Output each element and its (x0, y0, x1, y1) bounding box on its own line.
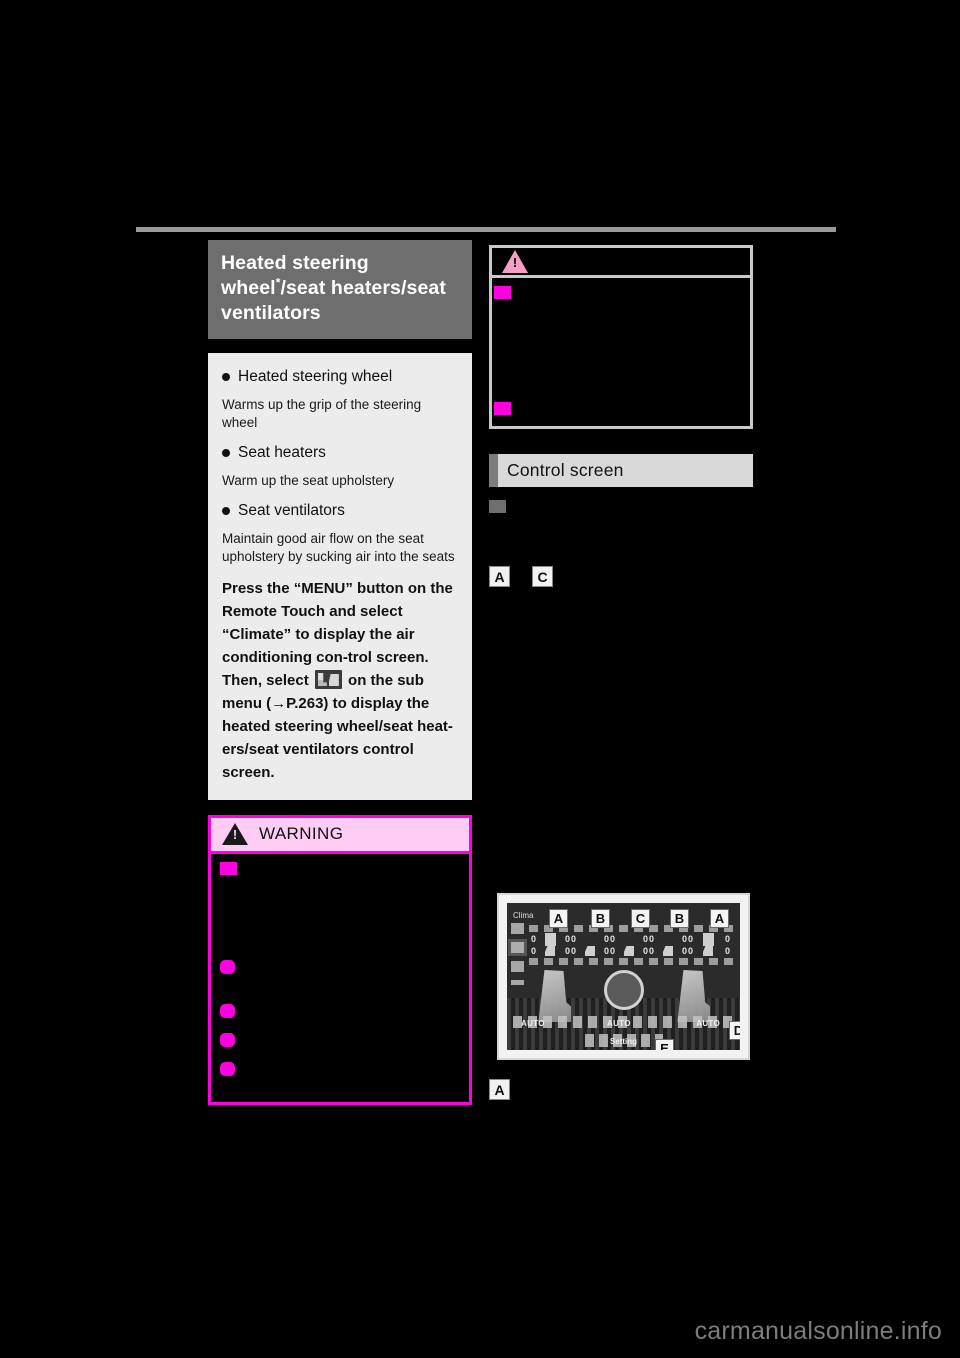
feature-heading: Seat ventilators (238, 502, 345, 519)
value-display: 00 (643, 946, 656, 956)
climate-screen: Clima 0 0 00 00 00 00 00 00 00 00 0 0 AU… (507, 903, 740, 1050)
callout-row: A C (489, 566, 753, 587)
page-title: Heated steering wheel*/seat heaters/seat… (208, 240, 472, 339)
warning-box: WARNING (208, 815, 472, 1105)
seat-heater-level-icon[interactable] (703, 933, 714, 946)
value-display: 00 (682, 946, 695, 956)
figure-callout-a2: A (710, 909, 729, 928)
subsection-accent-bar (489, 454, 498, 487)
sidebar-more-icon[interactable] (511, 980, 524, 985)
setting-label: Setting (609, 1037, 638, 1046)
steering-wheel-heater-icon[interactable] (624, 946, 634, 956)
value-display: 00 (604, 934, 617, 944)
manual-page: Heated steering wheel*/seat heaters/seat… (0, 0, 960, 1358)
bullet-dot-icon (222, 507, 230, 515)
bullet-dot-icon (222, 373, 230, 381)
callout-badge-a-below-figure: A (489, 1079, 510, 1100)
value-display: 0 (531, 946, 538, 956)
value-display: 00 (682, 934, 695, 944)
notice-box (489, 245, 753, 429)
figure-callout-d: D (729, 1021, 740, 1040)
climate-control-screen-figure: Clima 0 0 00 00 00 00 00 00 00 00 0 0 AU… (497, 893, 750, 1060)
auto-label-center: AUTO (607, 1019, 631, 1028)
instruction-paragraph: Press the “MENU” button on the Remote To… (222, 577, 458, 784)
redaction-marker (494, 286, 511, 299)
figure-callout-b1: B (591, 909, 610, 928)
value-display: 0 (531, 934, 538, 944)
seat-ventilator-icon[interactable] (545, 946, 555, 956)
auto-label-left: AUTO (521, 1019, 545, 1028)
seat-heater-level-icon[interactable] (545, 933, 556, 946)
callout-badge-a: A (489, 566, 510, 587)
title-gap (208, 339, 472, 353)
figure-callout-b2: B (670, 909, 689, 928)
feature-info-box: Heated steering wheel Warms up the grip … (208, 353, 472, 800)
watermark: carmanualsonline.info (694, 1317, 942, 1345)
notice-body (492, 278, 750, 426)
redaction-marker (220, 1033, 235, 1047)
passenger-seat-graphic (677, 970, 710, 1022)
list-item: Seat heaters (222, 443, 458, 463)
seat-heater-icon[interactable] (663, 946, 673, 956)
figure-callout-c: C (631, 909, 650, 928)
subsection-title: Control screen (498, 454, 753, 487)
feature-description: Warms up the grip of the steering wheel (222, 397, 422, 430)
callout-badge-c: C (532, 566, 553, 587)
notice-header (492, 248, 750, 278)
bullet-dot-icon (222, 449, 230, 457)
feature-heading: Heated steering wheel (238, 368, 393, 385)
sidebar-seat-icon[interactable] (511, 942, 524, 953)
feature-description: Warm up the seat upholstery (222, 473, 395, 488)
redaction-marker (220, 1062, 235, 1076)
feature-description: Maintain good air flow on the seat uphol… (222, 531, 455, 564)
value-display: 0 (725, 934, 732, 944)
right-column: Control screen A C (489, 245, 753, 587)
sidebar-airflow-icon[interactable] (511, 961, 524, 972)
value-display: 00 (565, 946, 578, 956)
warning-title: WARNING (259, 824, 344, 843)
figure-callout-e: E (655, 1039, 674, 1050)
warning-triangle-icon (502, 249, 528, 273)
redaction-marker (494, 402, 511, 415)
control-row-bottom[interactable] (529, 958, 736, 965)
subsection-marker (489, 500, 506, 513)
value-display: 0 (725, 946, 732, 956)
value-display: 00 (565, 934, 578, 944)
value-display: 00 (643, 934, 656, 944)
subsection-header: Control screen (489, 454, 753, 487)
value-display: 00 (604, 946, 617, 956)
seat-heater-icon[interactable] (585, 946, 595, 956)
screen-title: Clima (513, 911, 534, 920)
warning-triangle-icon (222, 823, 248, 845)
steering-wheel-graphic (603, 970, 644, 1010)
sidebar-defroster-icon[interactable] (511, 923, 524, 934)
seat-heater-ventilator-icon (314, 670, 342, 689)
warning-body (211, 854, 469, 1102)
warning-header: WARNING (211, 818, 469, 854)
redaction-marker (220, 1004, 235, 1018)
list-item: Seat ventilators (222, 501, 458, 521)
driver-seat-graphic (538, 970, 571, 1022)
feature-heading: Seat heaters (238, 444, 326, 461)
seat-ventilator-icon[interactable] (703, 946, 713, 956)
redaction-marker (220, 862, 237, 875)
left-column: Heated steering wheel*/seat heaters/seat… (208, 240, 472, 1105)
list-item: Heated steering wheel (222, 367, 458, 387)
redaction-marker (220, 960, 235, 974)
auto-label-right: AUTO (696, 1019, 720, 1028)
figure-callout-a1: A (549, 909, 568, 928)
header-rule (136, 227, 836, 232)
